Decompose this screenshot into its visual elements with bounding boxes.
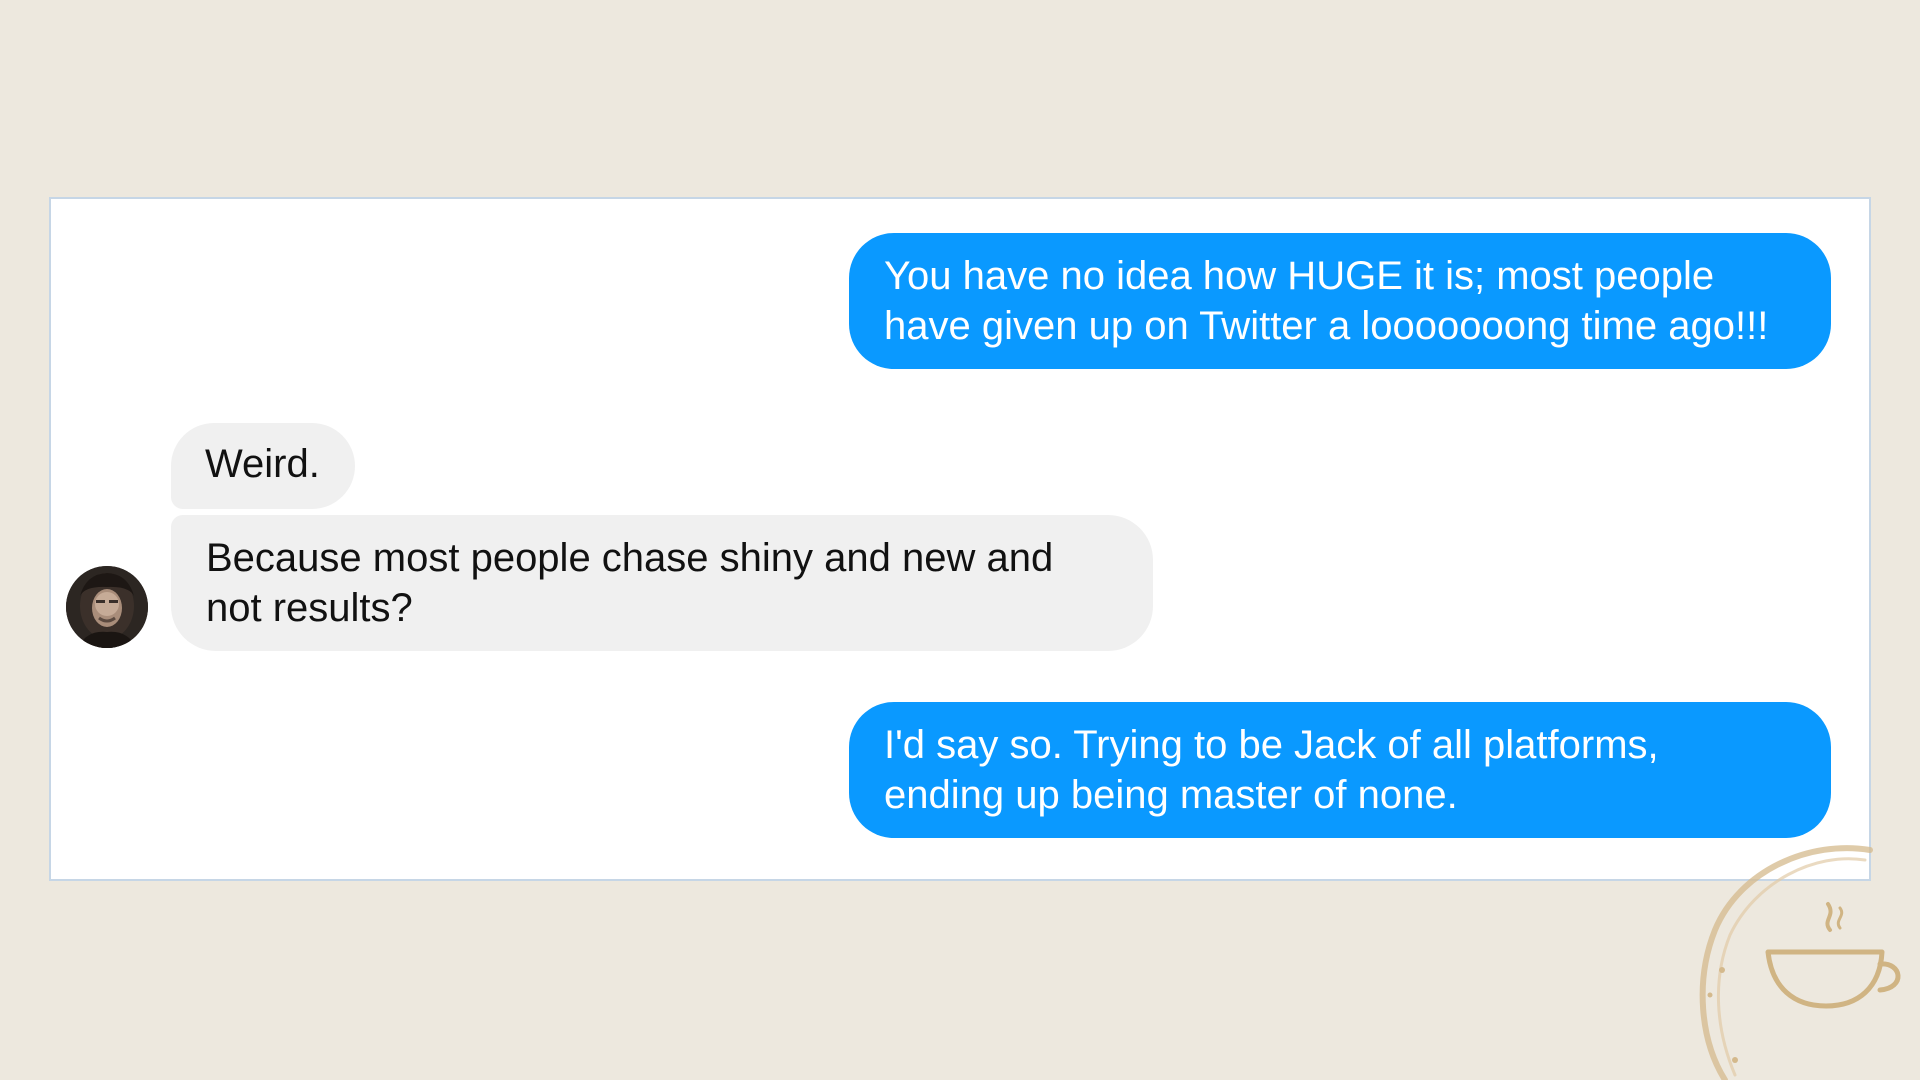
- coffee-cup-stain-icon: [1640, 830, 1920, 1080]
- chat-panel: You have no idea how HUGE it is; most pe…: [49, 197, 1871, 881]
- incoming-message-bubble[interactable]: Weird.: [171, 423, 355, 509]
- incoming-message-bubble[interactable]: Because most people chase shiny and new …: [171, 515, 1153, 651]
- contact-avatar[interactable]: [66, 566, 148, 648]
- outgoing-message-bubble[interactable]: I'd say so. Trying to be Jack of all pla…: [849, 702, 1831, 838]
- outgoing-message-bubble[interactable]: You have no idea how HUGE it is; most pe…: [849, 233, 1831, 369]
- avatar-photo-icon: [66, 566, 148, 648]
